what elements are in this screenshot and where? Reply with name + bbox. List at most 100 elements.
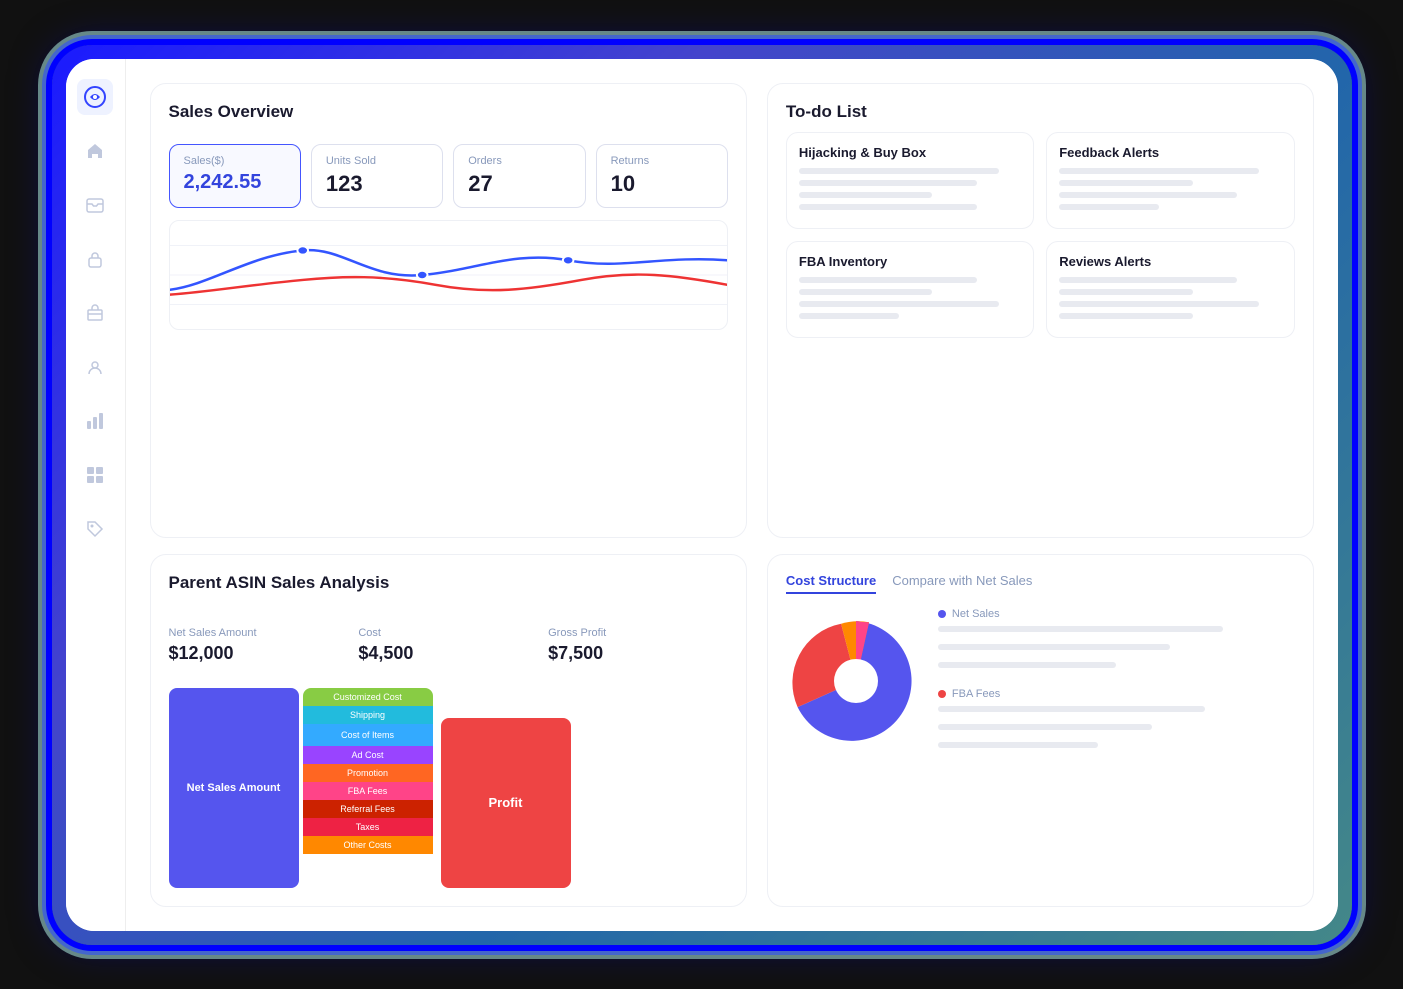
- skeleton: [1059, 289, 1192, 295]
- asin-net-sales-label: Net Sales Amount: [169, 627, 349, 639]
- parent-asin-panel: Parent ASIN Sales Analysis Net Sales Amo…: [150, 554, 747, 907]
- pie-legend: Net Sales FBA Fees: [938, 608, 1295, 754]
- cost-content: Net Sales FBA Fees: [786, 608, 1295, 754]
- cost-structure-panel: Cost Structure Compare with Net Sales: [767, 554, 1314, 907]
- skeleton: [1059, 313, 1192, 319]
- legend-skeleton-3: [938, 662, 1116, 668]
- orders-label: Orders: [468, 155, 570, 167]
- legend-skeleton-4: [938, 706, 1205, 712]
- outer-frame: Sales Overview Sales($) 2,242.55 Units S…: [52, 45, 1352, 945]
- skeleton: [1059, 204, 1159, 210]
- orders-metric-card[interactable]: Orders 27: [453, 144, 585, 208]
- orders-icon[interactable]: [77, 295, 113, 331]
- units-metric-card[interactable]: Units Sold 123: [311, 144, 443, 208]
- skeleton: [799, 277, 977, 283]
- analytics-icon[interactable]: [77, 403, 113, 439]
- todo-card-fba[interactable]: FBA Inventory: [786, 241, 1034, 338]
- waterfall-chart: Net Sales Amount Customized Cost Shippin…: [169, 688, 728, 888]
- skeleton: [1059, 180, 1192, 186]
- todo-grid: Hijacking & Buy Box Feedback Alerts: [786, 132, 1295, 338]
- legend-item-fba: FBA Fees: [938, 688, 1295, 700]
- segment-other-costs: Other Costs: [303, 836, 433, 854]
- skeleton: [1059, 192, 1237, 198]
- inbox-icon[interactable]: [77, 187, 113, 223]
- segment-customized-cost: Customized Cost: [303, 688, 433, 706]
- sidebar: [66, 59, 126, 931]
- skeleton: [799, 192, 932, 198]
- asin-metrics-row: Net Sales Amount $12,000 Cost $4,500 Gro…: [169, 617, 728, 674]
- segment-shipping: Shipping: [303, 706, 433, 724]
- units-label: Units Sold: [326, 155, 428, 167]
- asin-gross-profit-value: $7,500: [548, 643, 728, 664]
- price-icon[interactable]: [77, 511, 113, 547]
- cost-structure-tabs: Cost Structure Compare with Net Sales: [786, 573, 1295, 594]
- contacts-icon[interactable]: [77, 349, 113, 385]
- skeleton: [1059, 301, 1259, 307]
- logo-icon[interactable]: [77, 79, 113, 115]
- units-value: 123: [326, 171, 428, 197]
- todo-feedback-title: Feedback Alerts: [1059, 145, 1281, 160]
- todo-card-feedback[interactable]: Feedback Alerts: [1046, 132, 1294, 229]
- asin-cost-value: $4,500: [358, 643, 538, 664]
- legend-dot-net-sales: [938, 610, 946, 618]
- legend-item-net-sales: Net Sales: [938, 608, 1295, 620]
- tab-compare-net-sales[interactable]: Compare with Net Sales: [892, 573, 1032, 594]
- asin-cost: Cost $4,500: [358, 617, 538, 674]
- returns-value: 10: [611, 171, 713, 197]
- todo-card-reviews[interactable]: Reviews Alerts: [1046, 241, 1294, 338]
- legend-skeleton-1: [938, 626, 1223, 632]
- segment-taxes: Taxes: [303, 818, 433, 836]
- segment-promotion: Promotion: [303, 764, 433, 782]
- net-sales-bar-label: Net Sales Amount: [179, 782, 289, 794]
- skeleton: [799, 289, 932, 295]
- profit-bar-label: Profit: [489, 795, 523, 810]
- todo-card-hijack[interactable]: Hijacking & Buy Box: [786, 132, 1034, 229]
- skeleton: [799, 204, 977, 210]
- main-content: Sales Overview Sales($) 2,242.55 Units S…: [126, 59, 1338, 931]
- todo-list-title: To-do List: [786, 102, 1295, 122]
- asin-net-sales-value: $12,000: [169, 643, 349, 664]
- sales-chart: [169, 220, 728, 330]
- segment-fba-fees: FBA Fees: [303, 782, 433, 800]
- sales-label: Sales($): [184, 155, 286, 167]
- asin-gross-profit: Gross Profit $7,500: [548, 617, 728, 674]
- orders-value: 27: [468, 171, 570, 197]
- todo-fba-title: FBA Inventory: [799, 254, 1021, 269]
- sales-overview-panel: Sales Overview Sales($) 2,242.55 Units S…: [150, 83, 747, 538]
- inner-frame: Sales Overview Sales($) 2,242.55 Units S…: [66, 59, 1338, 931]
- segment-ad-cost: Ad Cost: [303, 746, 433, 764]
- legend-label-fba: FBA Fees: [952, 688, 1000, 700]
- segment-referral-fees: Referral Fees: [303, 800, 433, 818]
- home-icon[interactable]: [77, 133, 113, 169]
- sales-value: 2,242.55: [184, 171, 286, 194]
- profit-bar: Profit: [441, 718, 571, 888]
- legend-skeleton-2: [938, 644, 1170, 650]
- parent-asin-title: Parent ASIN Sales Analysis: [169, 573, 728, 593]
- bottom-section: Parent ASIN Sales Analysis Net Sales Amo…: [150, 554, 1314, 907]
- skeleton: [1059, 277, 1237, 283]
- todo-reviews-title: Reviews Alerts: [1059, 254, 1281, 269]
- stacked-bars: Customized Cost Shipping Cost of Items A…: [303, 688, 433, 888]
- returns-label: Returns: [611, 155, 713, 167]
- inventory-icon[interactable]: [77, 241, 113, 277]
- skeleton: [799, 180, 977, 186]
- todo-list-panel: To-do List Hijacking & Buy Box Feed: [767, 83, 1314, 538]
- sales-overview-title: Sales Overview: [169, 102, 728, 122]
- legend-skeleton-5: [938, 724, 1152, 730]
- skeleton: [1059, 168, 1259, 174]
- todo-hijack-title: Hijacking & Buy Box: [799, 145, 1021, 160]
- sales-metric-card[interactable]: Sales($) 2,242.55: [169, 144, 301, 208]
- legend-label-net-sales: Net Sales: [952, 608, 1000, 620]
- apps-icon[interactable]: [77, 457, 113, 493]
- tab-cost-structure[interactable]: Cost Structure: [786, 573, 876, 594]
- skeleton: [799, 313, 899, 319]
- skeleton: [799, 168, 999, 174]
- legend-dot-fba: [938, 690, 946, 698]
- skeleton: [799, 301, 999, 307]
- net-sales-bar: Net Sales Amount: [169, 688, 299, 888]
- pie-chart: [786, 611, 926, 751]
- returns-metric-card[interactable]: Returns 10: [596, 144, 728, 208]
- asin-cost-label: Cost: [358, 627, 538, 639]
- segment-cost-of-items: Cost of Items: [303, 724, 433, 746]
- metrics-row: Sales($) 2,242.55 Units Sold 123 Orders …: [169, 144, 728, 208]
